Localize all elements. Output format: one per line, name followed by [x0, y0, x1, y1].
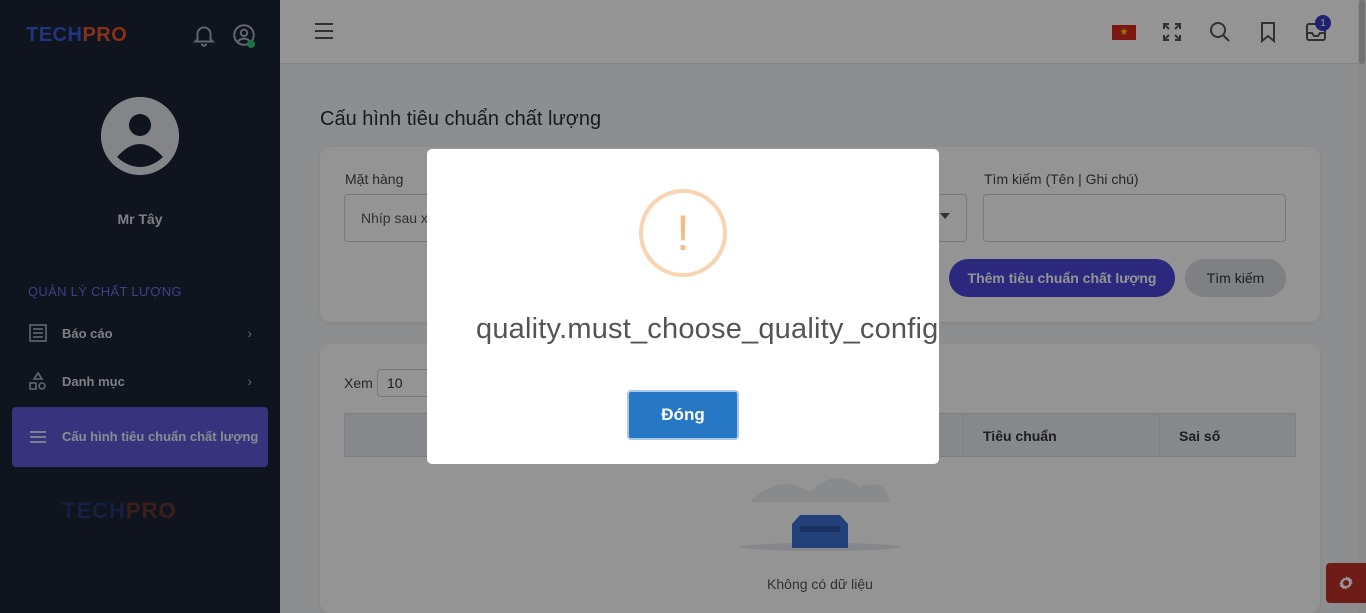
warning-icon: ! [639, 189, 727, 277]
alert-dialog: ! quality.must_choose_quality_config Đón… [427, 149, 939, 464]
close-button[interactable]: Đóng [627, 390, 739, 440]
alert-message: quality.must_choose_quality_config [476, 313, 939, 345]
